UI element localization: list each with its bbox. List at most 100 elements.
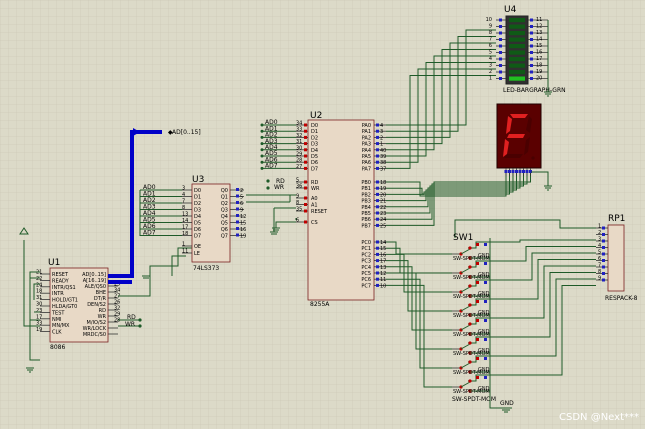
u2-pin-marker (304, 123, 307, 127)
u3-pin-num: 4 (182, 192, 185, 198)
u2-pin-marker (376, 265, 379, 269)
u4-led-segment (509, 76, 525, 81)
u2-pin-marker (304, 203, 307, 206)
u2-pin-marker (376, 217, 379, 221)
u4-pin-marker (499, 18, 502, 22)
u3-part: 74LS373 (193, 265, 219, 272)
u3-pin-name: OE (194, 244, 201, 250)
u2-pin-num: 1 (380, 142, 383, 148)
u2-pin-name: PB4 (361, 205, 371, 211)
u4-led-segment (509, 24, 525, 29)
u4-led-segment (509, 63, 525, 68)
sw-part-label: SW-SPDT-MOM (453, 389, 490, 395)
u2-pin-marker (376, 192, 379, 196)
u1-pin-num: 24 (36, 282, 42, 288)
u2-pin-marker (304, 154, 307, 158)
u2-pin-name: PC1 (361, 246, 371, 252)
u3-pin-name: D4 (194, 214, 201, 220)
sw-marker (484, 357, 487, 360)
u2-pin-marker (376, 129, 379, 133)
u2-pin-marker (376, 271, 379, 275)
u4-pin-marker (530, 57, 533, 61)
rp1-pin-marker (602, 265, 605, 269)
u2-pin-marker (304, 220, 307, 224)
u3-pin-name: Q3 (221, 208, 228, 214)
u1-pin-name: HOLD/GT1 (52, 298, 78, 304)
seg-pin-marker (511, 170, 515, 173)
u2-pin-marker (376, 160, 379, 164)
u2-pin-num: 3 (380, 129, 383, 135)
u3-pin-num: 5 (240, 195, 243, 201)
u2-pin-name: RESET (311, 209, 328, 215)
u4-pin-marker (530, 64, 533, 67)
u2-pin-num: 8 (296, 200, 299, 206)
u2-pin-num: 36 (296, 184, 302, 190)
u2-pin-name: CS (311, 220, 318, 226)
u2-pin-num: 23 (380, 211, 386, 217)
sw-contact (468, 341, 472, 345)
u2-pin-marker (376, 123, 379, 127)
u3-pin-num: 15 (240, 221, 246, 227)
u2-pin-num: 28 (296, 158, 302, 164)
u4-pin-num: 19 (536, 69, 542, 75)
u3-pin-marker (236, 233, 239, 237)
u2-pin-num: 22 (380, 205, 386, 211)
u1-pin-name: MN/MX (52, 323, 70, 329)
u3-pin-num: 13 (182, 212, 188, 218)
u2-pin-marker (376, 277, 379, 281)
u2-pin-num: 31 (296, 139, 302, 145)
u2-pin-num: 38 (380, 160, 386, 166)
u2-pin-num: 13 (380, 265, 386, 271)
u2-pin-marker (376, 199, 379, 203)
u4-pin-num: 12 (536, 24, 542, 30)
u3-pin-name: D6 (194, 227, 201, 233)
rp1-pin-marker (602, 233, 605, 236)
u2-pin-name: D6 (311, 160, 318, 166)
u2-pin-num: 24 (380, 217, 386, 223)
sw-marker (476, 376, 479, 379)
u3-pin-num: 12 (240, 214, 246, 220)
seg-segment (507, 134, 525, 138)
u4-ref: U4 (504, 5, 517, 15)
u1-pin-name: CLK (52, 330, 62, 336)
rp1-pin-num: 6 (598, 256, 601, 262)
u2-pin-marker (304, 166, 307, 170)
rp1-pin-num: 3 (598, 237, 601, 243)
u2-pin-marker (304, 186, 307, 190)
u1-pin-name: MRDC/S0 (83, 332, 106, 338)
u2-pin-num: 37 (380, 166, 386, 172)
u3-pin-num: 3 (182, 186, 185, 192)
sw-part-label: SW-SPDT-MOM (453, 275, 490, 281)
u4-pin-num: 6 (489, 43, 492, 49)
u4-pin-marker (530, 38, 533, 41)
u2-pin-num: 2 (380, 135, 383, 141)
u2-pin-marker (376, 154, 379, 158)
u2-pin-num: 34 (296, 121, 302, 127)
u4-pin-num: 16 (536, 50, 542, 56)
u1-pin-name: NMI (52, 317, 62, 323)
u4-pin-marker (499, 25, 502, 28)
u2-pin-marker (376, 259, 379, 263)
sw-marker (476, 281, 479, 284)
u2-pin-marker (304, 196, 307, 200)
sw-contact (468, 360, 472, 364)
u1-pin-name: READY (52, 278, 70, 284)
u2-pin-name: PC7 (361, 283, 371, 289)
u4-pin-num: 14 (536, 37, 542, 43)
seg-segment (510, 114, 528, 118)
u2-pin-name: D0 (311, 123, 318, 129)
u4-pin-num: 8 (489, 30, 492, 36)
u2-pin-marker (376, 205, 379, 209)
rp1-pin-marker (602, 239, 605, 243)
watermark: CSDN @Next*** (559, 412, 639, 423)
u4-pin-marker (499, 70, 502, 74)
rp1-ref: RP1 (608, 214, 625, 224)
u1-pin-name: INTR (52, 291, 64, 297)
rp1-pin-num: 5 (598, 250, 601, 256)
schematic-canvas: U1 8086 RESET21READY22INTR/QS124INTR18HO… (0, 0, 645, 429)
seg-pin-marker (518, 170, 522, 173)
u4-led-segment (509, 50, 525, 55)
u2-pin-name: PB1 (361, 186, 371, 192)
sw-contact (468, 379, 472, 383)
u2-ref: U2 (310, 111, 322, 121)
